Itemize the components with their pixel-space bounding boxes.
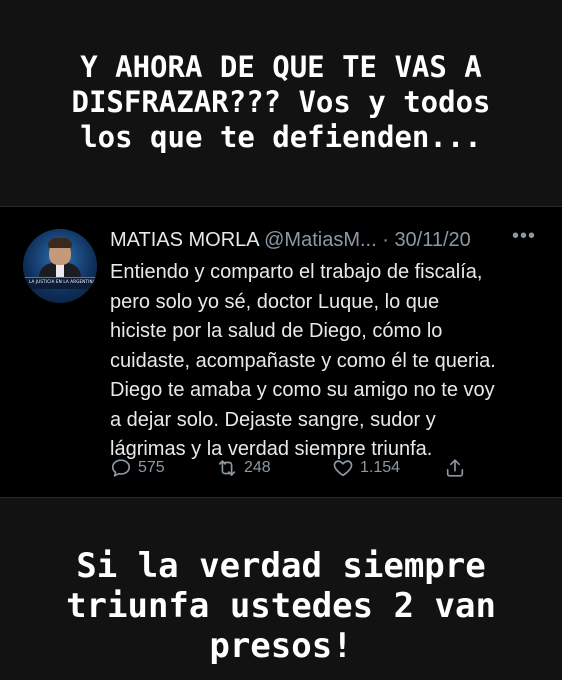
bottom-caption-line: presos! [209, 626, 353, 666]
tweet-header: MATIAS MORLA @MatiasM... · 30/11/20 [110, 228, 540, 252]
avatar-banner-text: LA JUSTICIA EN LA ARGENTINA [29, 279, 96, 284]
avatar-shirt [56, 263, 64, 277]
avatar[interactable]: LA JUSTICIA EN LA ARGENTINA [23, 229, 97, 303]
top-caption: Y AHORA DE QUE TE VAS A DISFRAZAR??? Vos… [0, 50, 562, 155]
tweet-card[interactable]: LA JUSTICIA EN LA ARGENTINA MATIAS MORLA… [0, 206, 562, 498]
tweet-date[interactable]: 30/11/20 [394, 229, 470, 251]
top-caption-line: DISFRAZAR??? Vos y todos [71, 85, 491, 119]
reply-button[interactable]: 575 [110, 457, 165, 479]
top-caption-line: Y AHORA DE QUE TE VAS A [80, 50, 482, 84]
author-name[interactable]: MATIAS MORLA [110, 229, 259, 251]
tweet-actions: 575 248 1.154 [110, 457, 530, 481]
avatar-hair [48, 238, 72, 248]
more-icon[interactable]: ••• [512, 225, 536, 248]
author-handle[interactable]: @MatiasM... [264, 229, 377, 251]
tweet-text-line: hiciste por la salud de Diego, cómo lo [110, 320, 443, 342]
retweet-count: 248 [244, 459, 271, 476]
reply-icon [111, 459, 131, 477]
heart-icon [333, 460, 353, 477]
retweet-icon [218, 460, 236, 476]
header-separator: · [376, 229, 395, 251]
retweet-button[interactable]: 248 [216, 457, 271, 479]
tweet-text-line: a dejar solo. Dejaste sangre, sudor y [110, 408, 436, 431]
top-caption-line: los que te defienden... [80, 120, 482, 154]
share-button[interactable] [444, 457, 472, 479]
tweet-text-line: pero solo yo sé, doctor Luque, lo que [110, 290, 440, 313]
bottom-caption-line: triunfa ustedes 2 van [66, 586, 496, 626]
like-count: 1.154 [360, 459, 401, 476]
bottom-caption-line: Si la verdad siempre [76, 546, 486, 586]
like-button[interactable]: 1.154 [332, 457, 400, 479]
share-icon [446, 459, 464, 477]
tweet-text-line: cuidaste, acompañaste y como él te queri… [110, 349, 496, 372]
tweet-text-line: Diego te amaba y como su amigo no te voy [110, 379, 495, 401]
tweet-text-line: Entiendo y comparto el trabajo de fiscal… [110, 261, 483, 283]
bottom-caption: Si la verdad siempre triunfa ustedes 2 v… [0, 546, 562, 666]
tweet-text: Entiendo y comparto el trabajo de fiscal… [110, 258, 550, 465]
reply-count: 575 [138, 459, 165, 476]
